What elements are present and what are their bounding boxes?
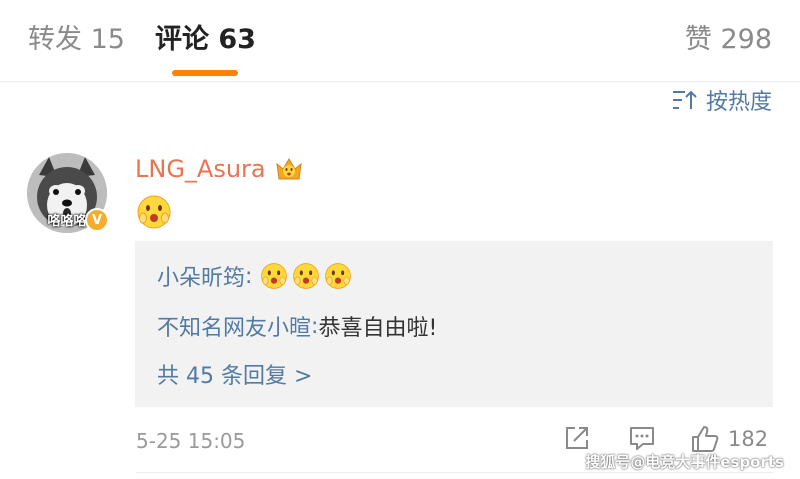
tab-repost[interactable]: 转发 15 bbox=[28, 22, 125, 58]
tab-likes[interactable]: 赞 298 bbox=[685, 22, 772, 58]
reply-button[interactable] bbox=[628, 424, 656, 452]
reply-separator: : bbox=[245, 263, 253, 289]
share-icon bbox=[566, 427, 588, 449]
view-all-replies-link[interactable]: 共 45 条回复 > bbox=[157, 357, 312, 391]
reply-username[interactable]: 小朵昕筠 bbox=[157, 260, 245, 292]
comment-header: LNG_Asura bbox=[135, 152, 304, 186]
sort-label: 按热度 bbox=[705, 90, 772, 115]
reply-item: 不知名网友小暄 : 恭喜自由啦! bbox=[157, 309, 437, 343]
verified-badge: V bbox=[85, 208, 109, 232]
surprised-face-emoji bbox=[261, 263, 288, 289]
reply-username[interactable]: 不知名网友小暄 bbox=[157, 310, 311, 342]
reply-separator: : bbox=[311, 313, 319, 339]
comment-timestamp: 5-25 15:05 bbox=[136, 429, 246, 453]
surprised-face-emoji bbox=[137, 195, 171, 229]
reply-preview-box[interactable]: 小朵昕筠 : 不知名网友小暄: 恭喜自由啦! 共 45 条回复 > bbox=[135, 241, 773, 407]
username-link[interactable]: LNG_Asura bbox=[135, 155, 266, 183]
surprised-face-emoji bbox=[293, 263, 320, 289]
comment-icon bbox=[630, 427, 654, 450]
active-tab-indicator bbox=[172, 70, 238, 76]
divider bbox=[136, 472, 773, 473]
surprised-face-emoji bbox=[325, 263, 352, 289]
crown-vip-icon bbox=[275, 158, 302, 180]
tab-comments[interactable]: 评论 63 bbox=[155, 22, 256, 58]
like-button[interactable]: 182 bbox=[690, 424, 768, 454]
sort-icon bbox=[672, 90, 697, 109]
sort-by-heat-button[interactable]: 按热度 bbox=[672, 86, 772, 115]
reply-emoji-group bbox=[260, 262, 352, 290]
reply-item: 小朵昕筠 : bbox=[157, 259, 352, 293]
like-count: 182 bbox=[728, 427, 769, 451]
reply-text: 恭喜自由啦! bbox=[318, 316, 438, 341]
tab-bar: 转发 15 评论 63 赞 298 bbox=[0, 0, 800, 82]
share-button[interactable] bbox=[563, 424, 591, 452]
thumbs-up-icon bbox=[692, 426, 719, 452]
watermark: 搜狐号@电竞大事件esports bbox=[585, 453, 784, 471]
